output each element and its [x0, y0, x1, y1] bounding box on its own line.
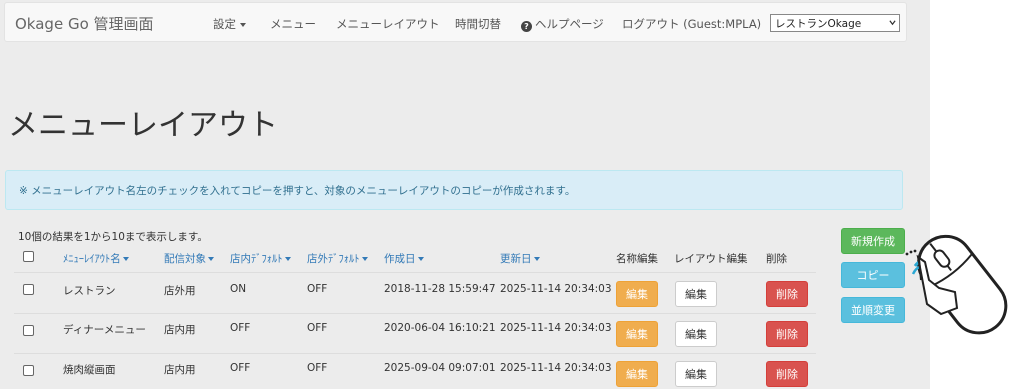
- copy-button[interactable]: コピー: [841, 262, 905, 288]
- table-divider: [14, 313, 816, 314]
- col-header-target-label: 配信対象: [164, 253, 206, 265]
- nav-settings-label: 設定: [213, 17, 236, 31]
- nav-time-switch[interactable]: 時間切替: [455, 16, 501, 32]
- delete-button[interactable]: 削除: [766, 321, 808, 347]
- cell-target: 店外用: [164, 285, 196, 297]
- cell-created: 2025-09-04 09:07:01: [384, 362, 496, 374]
- nav-menu[interactable]: メニュー: [270, 16, 316, 32]
- row-checkbox[interactable]: [23, 325, 34, 336]
- cell-layout-name: ディナーメニュー: [63, 324, 146, 336]
- edit-layout-button[interactable]: 編集: [675, 321, 717, 347]
- col-header-created[interactable]: 作成日: [384, 251, 424, 266]
- help-icon: ?: [521, 21, 532, 32]
- select-all-checkbox[interactable]: [23, 251, 34, 262]
- reorder-button[interactable]: 並順変更: [841, 297, 905, 323]
- edit-name-button[interactable]: 編集: [616, 361, 658, 387]
- nav-menu-layout[interactable]: メニューレイアウト: [336, 16, 440, 32]
- brand-title[interactable]: Okage Go 管理画面: [15, 13, 154, 34]
- cell-created: 2018-11-28 15:59:47: [384, 283, 496, 295]
- cell-out-default: OFF: [307, 283, 328, 295]
- sort-caret-icon: [208, 257, 214, 261]
- nav-help[interactable]: ? ヘルプページ: [521, 16, 604, 32]
- store-select[interactable]: レストランOkage: [770, 14, 900, 32]
- col-header-layout-name-label: ﾒﾆｭｰﾚｲｱｳﾄ名: [63, 253, 121, 265]
- col-header-target[interactable]: 配信対象: [164, 251, 214, 266]
- create-button[interactable]: 新規作成: [841, 228, 905, 254]
- edit-name-button[interactable]: 編集: [616, 321, 658, 347]
- row-checkbox[interactable]: [23, 365, 34, 376]
- cell-out-default: OFF: [307, 362, 328, 374]
- page-title: メニューレイアウト: [8, 108, 278, 143]
- col-header-out-default[interactable]: 店外ﾃﾞﾌｫﾙﾄ: [307, 251, 368, 266]
- col-header-layout-name[interactable]: ﾒﾆｭｰﾚｲｱｳﾄ名: [63, 251, 129, 266]
- col-header-updated-label: 更新日: [500, 253, 532, 265]
- table-divider: [14, 272, 816, 273]
- cell-out-default: OFF: [307, 322, 328, 334]
- sort-caret-icon: [417, 257, 424, 261]
- cell-layout-name: レストラン: [63, 285, 116, 297]
- chevron-down-icon: [889, 20, 896, 26]
- sort-caret-icon: [361, 257, 368, 261]
- navbar: Okage Go 管理画面 設定 メニュー メニューレイアウト 時間切替 ? ヘル…: [4, 2, 907, 42]
- table-divider: [14, 353, 816, 354]
- cell-updated: 2025-11-14 20:34:03: [500, 322, 612, 334]
- sort-caret-icon: [122, 257, 129, 261]
- col-header-edit-layout: レイアウト編集: [674, 253, 748, 265]
- caret-down-icon: [240, 22, 246, 27]
- nav-logout[interactable]: ログアウト (Guest:MPLA): [622, 16, 761, 32]
- col-header-in-default-label: 店内ﾃﾞﾌｫﾙﾄ: [230, 253, 283, 265]
- mouse-click-icon: [905, 234, 1008, 335]
- cell-updated: 2025-11-14 20:34:03: [500, 283, 612, 295]
- nav-settings[interactable]: 設定: [213, 16, 246, 32]
- cell-target: 店内用: [164, 364, 196, 376]
- info-alert: ※ メニューレイアウト名左のチェックを入れてコピーを押すと、対象のメニューレイア…: [5, 170, 903, 210]
- col-header-delete: 削除: [766, 253, 787, 265]
- cell-in-default: OFF: [230, 322, 251, 334]
- cell-target: 店内用: [164, 324, 196, 336]
- col-header-edit-name: 名称編集: [616, 253, 658, 265]
- nav-help-label: ヘルプページ: [535, 17, 604, 31]
- row-checkbox[interactable]: [23, 284, 34, 295]
- col-header-out-default-label: 店外ﾃﾞﾌｫﾙﾄ: [307, 253, 360, 265]
- edit-name-button[interactable]: 編集: [616, 281, 658, 307]
- page-area: Okage Go 管理画面 設定 メニュー メニューレイアウト 時間切替 ? ヘル…: [0, 0, 930, 389]
- edit-layout-button[interactable]: 編集: [675, 361, 717, 387]
- col-header-created-label: 作成日: [384, 253, 416, 265]
- col-header-in-default[interactable]: 店内ﾃﾞﾌｫﾙﾄ: [230, 251, 291, 266]
- cell-in-default: ON: [230, 283, 247, 295]
- cell-layout-name: 焼肉縦画面: [63, 364, 116, 376]
- cell-updated: 2025-11-14 20:34:03: [500, 362, 612, 374]
- result-count: 10個の結果を1から10まで表示します。: [18, 231, 208, 243]
- cell-in-default: OFF: [230, 362, 251, 374]
- delete-button[interactable]: 削除: [766, 361, 808, 387]
- delete-button[interactable]: 削除: [766, 281, 808, 307]
- store-select-value: レストランOkage: [775, 18, 862, 30]
- cell-created: 2020-06-04 16:10:21: [384, 322, 496, 334]
- sort-caret-icon: [284, 257, 291, 261]
- edit-layout-button[interactable]: 編集: [675, 281, 717, 307]
- col-header-updated[interactable]: 更新日: [500, 251, 540, 266]
- sort-caret-icon: [533, 257, 540, 261]
